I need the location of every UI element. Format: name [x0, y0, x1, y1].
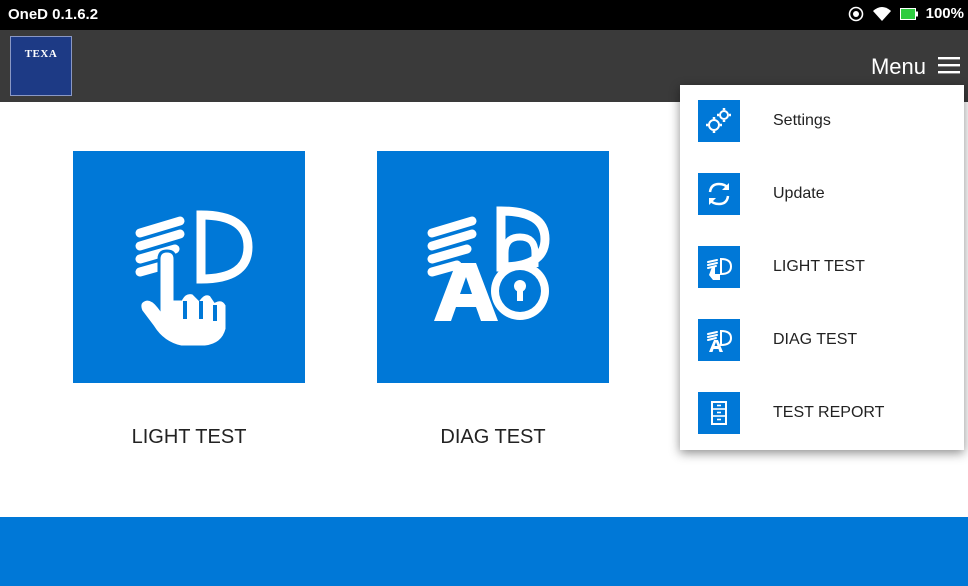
diag-test-tile[interactable]	[377, 151, 609, 383]
wifi-icon	[872, 6, 892, 22]
light-test-icon	[135, 210, 253, 349]
menu-button[interactable]: Menu	[871, 54, 960, 80]
texa-logo: TEXA	[10, 36, 72, 96]
menu-item-label: LIGHT TEST	[773, 258, 865, 275]
menu-item-settings[interactable]: Settings	[680, 85, 964, 158]
gears-icon	[698, 100, 740, 142]
menu-item-diag-test[interactable]: DIAG TEST	[680, 304, 964, 377]
light-test-icon	[698, 246, 740, 288]
menu-item-test-report[interactable]: TEST REPORT	[680, 377, 964, 450]
menu-item-update[interactable]: Update	[680, 158, 964, 231]
status-bar: OneD 0.1.6.2 100%	[0, 0, 968, 30]
diag-test-icon	[698, 319, 740, 361]
bottom-banner	[0, 517, 968, 586]
diag-test-label: DIAG TEST	[440, 426, 546, 448]
status-bar-title: OneD 0.1.6.2	[8, 6, 99, 23]
menu-item-label: Settings	[773, 112, 831, 129]
menu-item-label: DIAG TEST	[773, 331, 858, 348]
diag-test-icon	[427, 206, 550, 321]
report-icon	[698, 392, 740, 434]
menu-item-label: TEST REPORT	[773, 404, 885, 421]
location-icon	[848, 6, 864, 22]
light-test-label: LIGHT TEST	[131, 426, 247, 448]
battery-level: 100%	[925, 5, 964, 22]
menu-item-label: Update	[773, 185, 825, 202]
menu-dropdown: Settings Update LIGHT TEST DIAG TEST TES…	[680, 85, 964, 450]
logo-text: TEXA	[24, 48, 58, 60]
hamburger-icon	[938, 54, 960, 80]
light-test-tile[interactable]	[73, 151, 305, 383]
refresh-icon	[698, 173, 740, 215]
battery-icon	[899, 7, 918, 20]
status-icons: 100%	[848, 5, 964, 22]
menu-label: Menu	[870, 54, 926, 79]
menu-item-light-test[interactable]: LIGHT TEST	[680, 231, 964, 304]
